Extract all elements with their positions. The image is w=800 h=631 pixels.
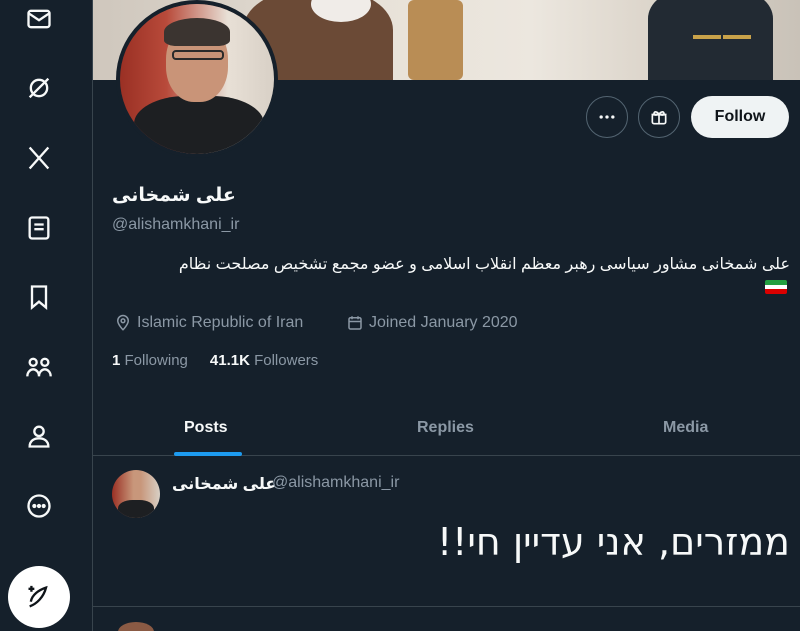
avatar-coat xyxy=(134,96,264,154)
next-tweet-header xyxy=(172,620,422,631)
grok-icon xyxy=(28,77,50,99)
profile-tabs: Posts Replies Media xyxy=(93,400,800,456)
followers-link[interactable]: 41.1K Followers xyxy=(210,352,318,369)
banner-medal xyxy=(693,35,721,39)
ellipsis-icon xyxy=(599,115,615,119)
tweet-author-avatar[interactable] xyxy=(112,470,160,518)
mail-icon xyxy=(27,9,51,29)
nav-item-communities[interactable] xyxy=(22,350,56,384)
banner-chair xyxy=(408,0,463,80)
sidebar-nav xyxy=(0,0,93,631)
tweet-avatar-coat xyxy=(118,500,154,518)
profile-display-name: علی شمخانی xyxy=(112,185,236,206)
joined-text: Joined January 2020 xyxy=(369,314,518,331)
more-icon xyxy=(27,494,51,518)
iran-flag-icon xyxy=(765,280,787,294)
more-options-button[interactable] xyxy=(586,96,628,138)
avatar-hair xyxy=(164,18,230,46)
compose-post-button[interactable] xyxy=(8,566,70,628)
profile-handle: @alishamkhani_ir xyxy=(112,216,240,233)
nav-item-grok[interactable] xyxy=(22,71,56,105)
avatar-glasses xyxy=(172,50,224,60)
tweet-text: ממזרים, אני עדיין חי!! xyxy=(436,520,790,564)
nav-item-more[interactable] xyxy=(22,489,56,523)
gift-icon xyxy=(651,111,667,125)
profile-stats: 1 Following 41.1K Followers xyxy=(112,352,318,369)
profile-avatar[interactable] xyxy=(116,0,278,158)
nav-item-premium[interactable] xyxy=(22,141,56,175)
x-logo-icon xyxy=(28,146,50,170)
tweet-author-name[interactable]: علی شمخانی xyxy=(172,474,276,494)
nav-item-lists[interactable] xyxy=(22,211,56,245)
tweet-author-handle[interactable]: @alishamkhani_ir xyxy=(272,474,399,492)
profile-bio: علی شمخانی مشاور سیاسی رهبر معظم انقلاب … xyxy=(178,256,790,273)
location-pin-icon xyxy=(116,314,130,331)
active-tab-indicator xyxy=(174,452,242,456)
communities-icon xyxy=(26,357,52,377)
tab-replies[interactable]: Replies xyxy=(417,400,474,456)
profile-icon xyxy=(28,425,50,448)
following-label: Following xyxy=(124,352,188,369)
compose-post-icon xyxy=(28,585,48,608)
tab-posts[interactable]: Posts xyxy=(184,400,228,456)
nav-item-bookmarks[interactable] xyxy=(22,280,56,314)
following-count: 1 xyxy=(112,352,121,369)
profile-location: Islamic Republic of Iran xyxy=(114,314,303,332)
nav-item-profile[interactable] xyxy=(22,419,56,453)
app-root: Follow علی شمخانی @alishamkhani_ir علی ش… xyxy=(0,0,800,631)
bookmark-icon xyxy=(30,285,48,310)
follow-button[interactable]: Follow xyxy=(691,96,789,138)
banner-figure-uniform xyxy=(648,0,773,80)
following-link[interactable]: 1 Following xyxy=(112,352,188,369)
calendar-icon xyxy=(348,316,362,330)
banner-medal xyxy=(723,35,751,39)
tab-media[interactable]: Media xyxy=(663,400,708,456)
followers-label: Followers xyxy=(254,352,319,369)
lists-icon xyxy=(28,216,50,240)
location-text: Islamic Republic of Iran xyxy=(137,314,304,331)
nav-item-messages[interactable] xyxy=(22,2,56,36)
followers-count: 41.1K xyxy=(209,352,250,369)
profile-joined-date: Joined January 2020 xyxy=(346,314,518,332)
gift-button[interactable] xyxy=(638,96,680,138)
